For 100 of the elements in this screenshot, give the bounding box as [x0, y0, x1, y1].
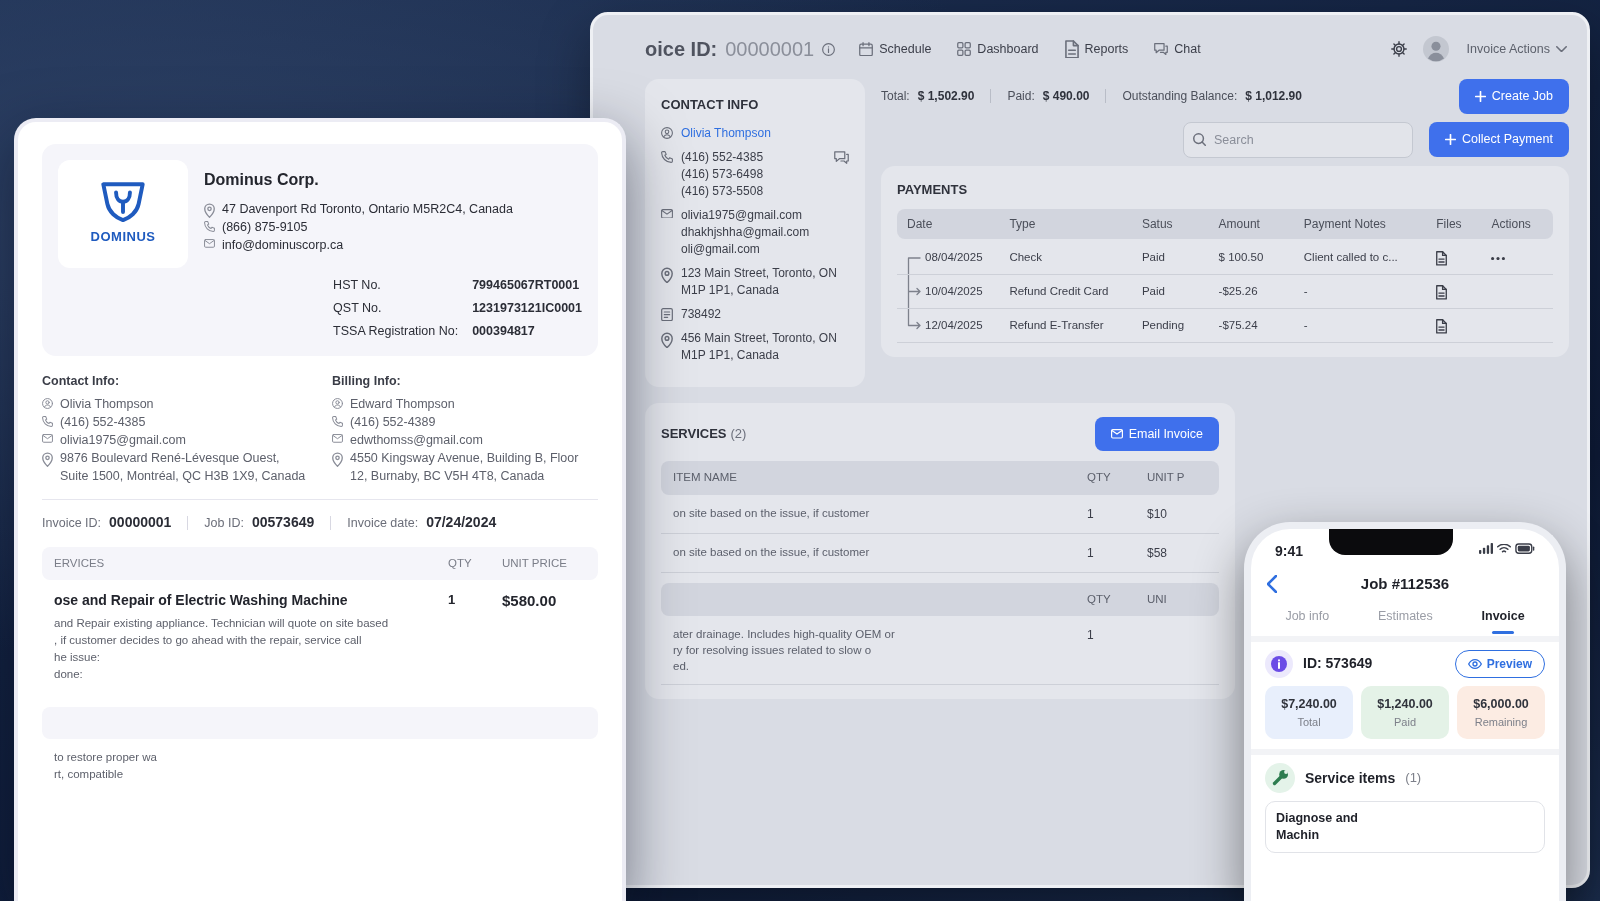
- nav-link[interactable]: Schedule: [857, 35, 934, 63]
- column-header: Payment Notes: [1303, 216, 1387, 234]
- mail-icon: [661, 208, 673, 219]
- payment-status: Paid: [1141, 250, 1166, 266]
- nav-link[interactable]: Chat: [1152, 35, 1203, 63]
- address-text: 4550 Kingsway Avenue, Building B, Floor 12, Burnaby, BC V5H 4T8, Canada: [350, 450, 580, 485]
- mail-icon: [332, 434, 343, 443]
- price-value: $10: [1147, 505, 1169, 523]
- meta-label: Invoice ID:: [42, 515, 102, 532]
- email-invoice-button[interactable]: Email Invoice: [1094, 416, 1219, 452]
- column-header: Actions: [1491, 216, 1532, 234]
- tax-number: 1231973121IC0001: [472, 299, 582, 317]
- nav-link[interactable]: Reports: [1062, 35, 1131, 63]
- payment-status: Pending: [1141, 318, 1186, 334]
- message-icon[interactable]: [834, 150, 849, 164]
- file-icon[interactable]: [1436, 251, 1448, 266]
- section-heading: Service items: [1305, 768, 1396, 788]
- chat-icon: [1154, 42, 1169, 56]
- location-pin-icon: [661, 331, 673, 348]
- price-value: $580.00: [502, 591, 558, 612]
- contact-name-link[interactable]: Olivia Thompson: [681, 124, 771, 142]
- total-value: $ 490.00: [1042, 88, 1090, 106]
- signal-icon: [1479, 543, 1493, 555]
- payment-amount: $ 100.50: [1218, 250, 1265, 266]
- meta-value: 00000001: [109, 513, 172, 532]
- settings-icon[interactable]: [1390, 41, 1407, 57]
- address-text: 47 Davenport Rd Toronto, Ontario M5R2C4, Canada: [222, 201, 513, 218]
- back-icon[interactable]: [1267, 575, 1277, 593]
- note-icon: [661, 307, 673, 321]
- info-icon: [822, 42, 836, 56]
- file-icon[interactable]: [1436, 285, 1448, 300]
- invoice-id-value: 00000001: [725, 37, 815, 62]
- collect-payment-button[interactable]: Collect Payment: [1429, 122, 1569, 158]
- stat-label: Remaining: [1473, 714, 1529, 730]
- address-text: 9876 Boulevard René-Lévesque Ouest, Suite 1500, Montréal, QC H3B 1X9, Canada: [60, 450, 307, 485]
- caret-icon: [1556, 45, 1567, 53]
- logo-wordmark: DOMINUS: [90, 228, 156, 246]
- tab[interactable]: Invoice: [1473, 601, 1533, 636]
- service-title: ose and Repair of Electric Washing Machine: [54, 591, 349, 611]
- create-job-button[interactable]: Create Job: [1458, 79, 1569, 114]
- column-header: UNIT PRICE: [502, 556, 568, 571]
- stat-value: $6,000.00: [1472, 695, 1530, 713]
- preview-button[interactable]: Preview: [1454, 649, 1545, 678]
- column-header: Date: [907, 216, 934, 234]
- file-icon[interactable]: [1436, 319, 1448, 334]
- payment-note: Client called to c...: [1303, 250, 1399, 266]
- phone-icon: [661, 150, 673, 163]
- more-icon[interactable]: [1491, 257, 1506, 261]
- stat-value: $1,240.00: [1376, 695, 1434, 713]
- tab[interactable]: Estimates: [1369, 601, 1441, 636]
- info-icon: [1265, 649, 1293, 678]
- qty-value: 1: [1087, 544, 1095, 562]
- column-header: QTY: [448, 556, 473, 571]
- shield-logo-icon: [101, 181, 145, 222]
- item-count: (1): [1405, 769, 1422, 788]
- meta-value: 07/24/2024: [426, 513, 497, 532]
- payment-date: 10/04/2025: [925, 284, 983, 300]
- payment-type: Check: [1009, 250, 1044, 266]
- column-header: UNIT P: [1147, 470, 1186, 486]
- item-count: (2): [730, 425, 747, 444]
- phone-icon: [42, 416, 53, 427]
- job-id: ID: 573649: [1303, 654, 1373, 674]
- email-address: info@dominuscorp.ca: [222, 237, 344, 254]
- description-line: on site based on the issue, if customer: [673, 505, 871, 521]
- search-field[interactable]: Search: [1183, 121, 1413, 158]
- description-line: , if customer decides to go ahead with the repair, service call: [54, 633, 363, 649]
- address-text: 123 Main Street, Toronto, ON M1P 1P1, Canada: [681, 264, 838, 299]
- qty-value: 1: [1087, 505, 1095, 523]
- total-value: $ 1,012.90: [1245, 88, 1302, 106]
- invoice-actions-dropdown[interactable]: Invoice Actions: [1464, 35, 1569, 63]
- meta-label: Invoice date:: [347, 515, 419, 532]
- tab[interactable]: Job info: [1277, 601, 1338, 636]
- search-icon: [1193, 133, 1206, 147]
- mail-icon: [204, 239, 215, 248]
- location-pin-icon: [332, 452, 343, 467]
- email-address: olivia1975@gmail.com: [681, 206, 803, 224]
- description-line: ed.: [673, 658, 690, 674]
- qty-value: 1: [1087, 626, 1095, 644]
- total-label: Paid:: [1007, 88, 1035, 106]
- nav-link[interactable]: Dashboard: [955, 35, 1041, 63]
- phone-number: (866) 875-9105: [222, 219, 308, 236]
- screen-title: Job #112536: [1359, 573, 1451, 594]
- column-header: QTY: [1087, 591, 1112, 607]
- payment-amount: -$25.26: [1218, 284, 1259, 300]
- phone-number: (416) 573-6498: [681, 165, 764, 183]
- location-pin-icon: [204, 203, 215, 218]
- payment-amount: -$75.24: [1218, 318, 1259, 334]
- person-icon: [332, 398, 343, 409]
- company-name: Dominus Corp.: [204, 170, 320, 190]
- location-pin-icon: [42, 452, 53, 467]
- wifi-icon: [1497, 543, 1511, 554]
- description-line: rt, compatible: [54, 767, 125, 783]
- battery-icon: [1515, 543, 1535, 555]
- tax-number: 799465067RT0001: [472, 277, 581, 294]
- section-heading: Billing Info:: [332, 373, 402, 391]
- stat-value: $7,240.00: [1280, 695, 1338, 713]
- service-item-card[interactable]: Diagnose and Machin: [1265, 801, 1545, 853]
- total-label: Total:: [881, 88, 910, 106]
- column-header: UNI: [1147, 591, 1168, 607]
- total-label: Outstanding Balance:: [1122, 88, 1238, 106]
